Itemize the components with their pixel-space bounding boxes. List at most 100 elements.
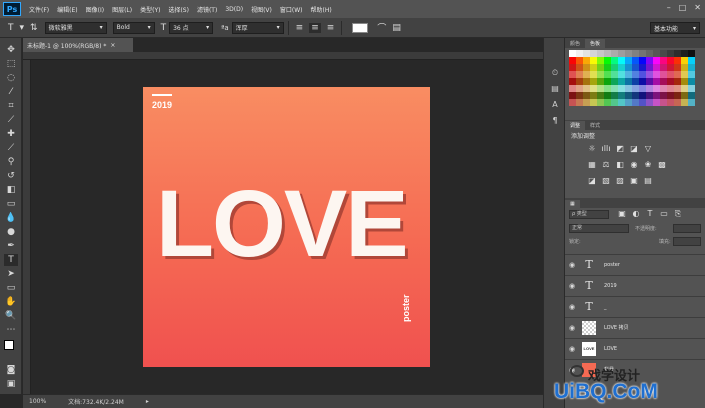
swatch[interactable] [688, 57, 695, 64]
swatch[interactable] [611, 64, 618, 71]
swatch[interactable] [611, 85, 618, 92]
swatch[interactable] [674, 64, 681, 71]
swatch[interactable] [604, 57, 611, 64]
swatch[interactable] [660, 71, 667, 78]
swatch[interactable] [604, 64, 611, 71]
healing-brush-tool-icon[interactable]: ✚ [4, 128, 18, 140]
swatch[interactable] [646, 85, 653, 92]
menu-file[interactable]: 文件(F) [29, 5, 49, 14]
swatch[interactable] [646, 78, 653, 85]
menu-edit[interactable]: 编辑(E) [57, 5, 77, 14]
swatch[interactable] [625, 85, 632, 92]
swatch[interactable] [597, 85, 604, 92]
quick-select-tool-icon[interactable]: ⁄ [4, 86, 18, 98]
swatch[interactable] [646, 50, 653, 57]
align-right-icon[interactable]: ≡ [327, 23, 335, 33]
swatch[interactable] [583, 85, 590, 92]
swatch[interactable] [681, 92, 688, 99]
swatch[interactable] [639, 92, 646, 99]
threshold-icon[interactable]: ▨ [615, 176, 625, 186]
swatch[interactable] [646, 71, 653, 78]
levels-icon[interactable]: ıllı [601, 144, 611, 154]
swatch[interactable] [688, 50, 695, 57]
swatch[interactable] [660, 99, 667, 106]
layer-row[interactable]: ◉ T poster [565, 254, 705, 274]
align-left-icon[interactable]: ≡ [296, 23, 304, 33]
hand-tool-icon[interactable]: ✋ [4, 296, 18, 308]
swatch[interactable] [576, 71, 583, 78]
history-brush-tool-icon[interactable]: ↺ [4, 170, 18, 182]
swatch[interactable] [583, 50, 590, 57]
swatch[interactable] [618, 78, 625, 85]
swatch[interactable] [611, 50, 618, 57]
swatch[interactable] [688, 85, 695, 92]
screen-mode-icon[interactable]: ▣ [4, 378, 18, 390]
swatch[interactable] [618, 64, 625, 71]
photo-filter-icon[interactable]: ◉ [629, 160, 639, 170]
swatch[interactable] [583, 64, 590, 71]
curves-icon[interactable]: ◩ [615, 144, 625, 154]
swatch[interactable] [597, 99, 604, 106]
swatch[interactable] [569, 78, 576, 85]
filter-type-icon[interactable]: T [645, 209, 655, 219]
swatch[interactable] [688, 92, 695, 99]
swatch[interactable] [590, 71, 597, 78]
swatch[interactable] [611, 57, 618, 64]
clone-stamp-tool-icon[interactable]: ⚲ [4, 156, 18, 168]
swatch[interactable] [618, 50, 625, 57]
eye-icon[interactable]: ◉ [565, 282, 579, 290]
swatch[interactable] [653, 57, 660, 64]
swatch[interactable] [653, 99, 660, 106]
layer-row[interactable]: ◉ T _ [565, 296, 705, 316]
swatch[interactable] [681, 71, 688, 78]
swatch[interactable] [590, 92, 597, 99]
swatches-grid[interactable] [569, 50, 695, 106]
swatch[interactable] [590, 50, 597, 57]
hue-saturation-icon[interactable]: ▦ [587, 160, 597, 170]
swatch[interactable] [611, 78, 618, 85]
swatch[interactable] [576, 99, 583, 106]
menu-layer[interactable]: 图层(L) [112, 5, 132, 14]
swatch[interactable] [590, 85, 597, 92]
swatch[interactable] [569, 57, 576, 64]
swatch[interactable] [660, 64, 667, 71]
swatch[interactable] [625, 64, 632, 71]
menu-select[interactable]: 选择(S) [168, 5, 189, 14]
chevron-right-icon[interactable]: ▸ [146, 398, 149, 405]
lasso-tool-icon[interactable]: ◌ [4, 72, 18, 84]
filter-smart-icon[interactable]: ⎘ [673, 209, 683, 219]
swatch[interactable] [576, 57, 583, 64]
swatch[interactable] [604, 71, 611, 78]
swatch[interactable] [667, 92, 674, 99]
swatch[interactable] [604, 78, 611, 85]
align-center-icon[interactable]: ≡ [309, 22, 321, 33]
swatch[interactable] [583, 92, 590, 99]
swatch[interactable] [625, 50, 632, 57]
warp-text-icon[interactable]: ⌒ [377, 21, 386, 34]
text-orientation-icon[interactable]: ⇅ [30, 23, 38, 33]
swatch[interactable] [688, 78, 695, 85]
swatch[interactable] [576, 92, 583, 99]
swatch[interactable] [597, 92, 604, 99]
swatch[interactable] [576, 64, 583, 71]
brightness-icon[interactable]: ☼ [587, 144, 597, 154]
swatch[interactable] [632, 57, 639, 64]
move-tool-icon[interactable]: ✥ [4, 44, 18, 56]
filter-pixel-icon[interactable]: ▣ [617, 209, 627, 219]
swatch[interactable] [632, 71, 639, 78]
swatch[interactable] [590, 78, 597, 85]
blend-mode-select[interactable]: 正常 [569, 224, 629, 233]
swatch[interactable] [597, 57, 604, 64]
swatch[interactable] [632, 50, 639, 57]
swatch[interactable] [639, 85, 646, 92]
swatch[interactable] [681, 50, 688, 57]
properties-icon[interactable]: ▤ [549, 84, 561, 96]
swatch[interactable] [667, 78, 674, 85]
swatch[interactable] [625, 92, 632, 99]
path-select-tool-icon[interactable]: ➤ [4, 268, 18, 280]
layer-filter-select[interactable]: ρ 类型 [569, 210, 609, 219]
swatch[interactable] [569, 85, 576, 92]
swatch[interactable] [625, 99, 632, 106]
type-tool-icon[interactable]: T [8, 23, 14, 33]
menu-view[interactable]: 视图(V) [251, 5, 272, 14]
